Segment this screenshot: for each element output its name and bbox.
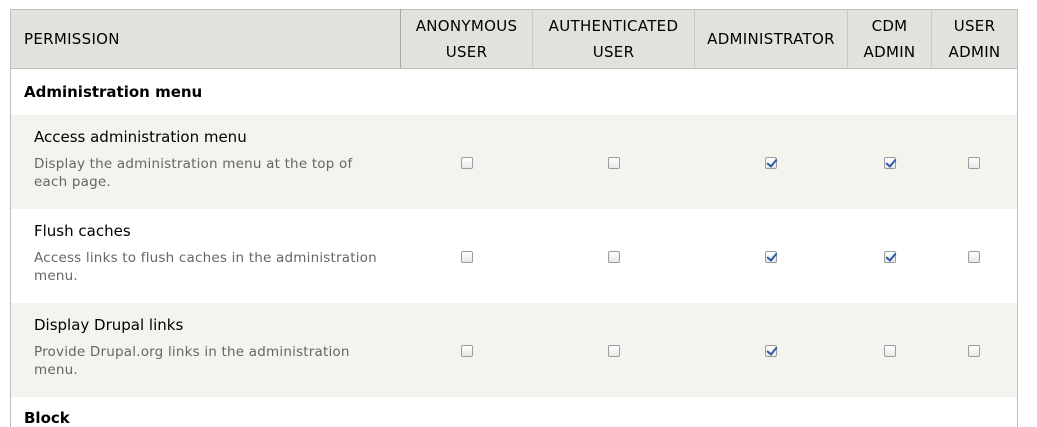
checkbox-user-admin[interactable] [968, 157, 981, 169]
checkbox-user-admin[interactable] [968, 251, 981, 263]
checkbox-authenticated-user[interactable] [607, 251, 620, 263]
checkbox-administrator[interactable] [765, 345, 777, 357]
permission-info: Flush caches Access links to flush cache… [10, 209, 401, 303]
checkbox-cdm-admin[interactable] [883, 157, 896, 169]
checkbox-authenticated-user[interactable] [607, 157, 620, 169]
column-header-authenticated-user[interactable]: AUTHENTICATED USER [532, 9, 695, 69]
permission-description: Provide Drupal.org links in the administ… [34, 344, 350, 378]
checkbox-administrator[interactable] [765, 157, 777, 169]
permission-row: Display Drupal links Provide Drupal.org … [10, 303, 1018, 397]
checkbox-authenticated-user[interactable] [607, 345, 620, 357]
table-header-row: PERMISSION ANONYMOUS USER AUTHENTICATED … [10, 9, 1018, 69]
permission-description: Display the administration menu at the t… [34, 156, 353, 190]
column-header-permission[interactable]: PERMISSION [10, 9, 401, 69]
permission-row: Flush caches Access links to flush cache… [10, 209, 1018, 303]
permission-description: Access links to flush caches in the admi… [34, 250, 377, 284]
column-header-administrator[interactable]: ADMINISTRATOR [694, 9, 848, 69]
checkbox-administrator[interactable] [765, 251, 777, 263]
column-header-user-admin[interactable]: USER ADMIN [931, 9, 1018, 69]
permission-title: Display Drupal links [34, 316, 184, 334]
module-name: Administration menu [10, 68, 1018, 115]
checkbox-anonymous-user[interactable] [460, 345, 473, 357]
permission-title: Flush caches [34, 222, 131, 240]
checkbox-user-admin[interactable] [968, 345, 981, 357]
permissions-table: PERMISSION ANONYMOUS USER AUTHENTICATED … [10, 9, 1018, 427]
module-name: Block [10, 397, 1018, 427]
permission-info: Access administration menu Display the a… [10, 115, 401, 209]
module-row: Block [10, 397, 1018, 427]
permission-title: Access administration menu [34, 128, 247, 146]
module-row: Administration menu [10, 68, 1018, 115]
permission-info: Display Drupal links Provide Drupal.org … [10, 303, 401, 397]
checkbox-cdm-admin[interactable] [883, 345, 896, 357]
column-header-cdm-admin[interactable]: CDM ADMIN [847, 9, 932, 69]
column-header-anonymous-user[interactable]: ANONYMOUS USER [400, 9, 533, 69]
permission-row: Access administration menu Display the a… [10, 115, 1018, 209]
checkbox-anonymous-user[interactable] [460, 157, 473, 169]
checkbox-anonymous-user[interactable] [460, 251, 473, 263]
checkbox-cdm-admin[interactable] [883, 251, 896, 263]
